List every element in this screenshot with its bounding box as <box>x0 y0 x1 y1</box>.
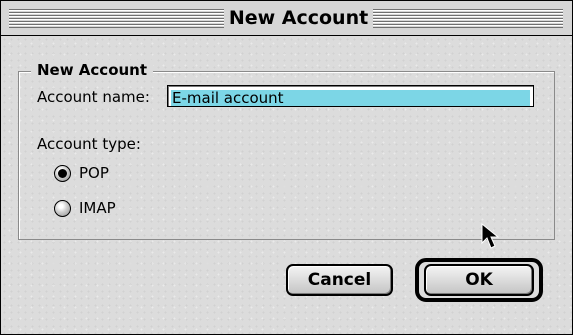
cancel-button[interactable]: Cancel <box>286 264 393 296</box>
new-account-dialog: New Account New Account Account name: E-… <box>0 0 573 335</box>
account-type-label: Account type: <box>37 135 141 153</box>
pop-radio-button[interactable] <box>54 165 71 182</box>
account-name-value: E-mail account <box>171 90 530 107</box>
account-name-field[interactable]: E-mail account <box>167 85 534 107</box>
imap-radio-button[interactable] <box>54 200 71 217</box>
arrow-cursor-icon <box>481 223 500 249</box>
account-name-label: Account name: <box>37 88 150 106</box>
title-bar-stripes-left <box>9 8 224 28</box>
title-bar[interactable]: New Account <box>1 1 572 36</box>
pop-radio-label[interactable]: POP <box>79 163 109 183</box>
window-title: New Account <box>228 7 369 29</box>
group-box-title: New Account <box>31 60 154 80</box>
imap-radio-label[interactable]: IMAP <box>79 198 116 218</box>
title-bar-stripes-right <box>373 8 563 28</box>
ok-button[interactable]: OK <box>424 264 534 296</box>
